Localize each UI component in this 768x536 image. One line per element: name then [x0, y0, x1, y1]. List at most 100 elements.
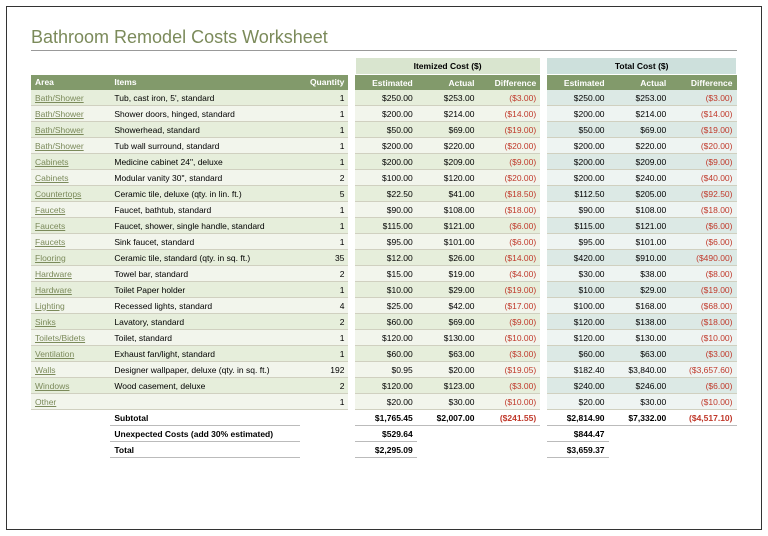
cell-area: Lighting — [31, 298, 110, 314]
cell-t-diff: ($18.00) — [670, 314, 736, 330]
cell-item: Lavatory, standard — [110, 314, 300, 330]
cell-i-est: $120.00 — [355, 378, 417, 394]
cell-area: Cabinets — [31, 154, 110, 170]
table-row: LightingRecessed lights, standard4$25.00… — [31, 298, 737, 314]
cell-qty: 1 — [300, 282, 348, 298]
cell-t-act: $69.00 — [609, 122, 671, 138]
total-label: Total — [110, 442, 300, 458]
cell-i-est: $250.00 — [355, 90, 417, 106]
cell-t-diff: ($92.50) — [670, 186, 736, 202]
cell-i-diff: ($3.00) — [478, 346, 540, 362]
cell-i-act: $209.00 — [417, 154, 479, 170]
cell-i-act: $26.00 — [417, 250, 479, 266]
cell-i-diff: ($6.00) — [478, 234, 540, 250]
cell-i-act: $20.00 — [417, 362, 479, 378]
cell-i-act: $41.00 — [417, 186, 479, 202]
cell-qty: 35 — [300, 250, 348, 266]
cell-item — [110, 394, 300, 410]
cell-t-est: $200.00 — [547, 170, 609, 186]
cell-t-est: $240.00 — [547, 378, 609, 394]
cell-t-diff: ($19.00) — [670, 122, 736, 138]
cell-i-est: $115.00 — [355, 218, 417, 234]
cell-i-diff: ($19.00) — [478, 282, 540, 298]
cell-i-diff: ($9.00) — [478, 314, 540, 330]
cell-t-act: $205.00 — [609, 186, 671, 202]
table-row: WindowsWood casement, deluxe2$120.00$123… — [31, 378, 737, 394]
cell-item: Towel bar, standard — [110, 266, 300, 282]
cell-t-est: $112.50 — [547, 186, 609, 202]
unexpected-te: $844.47 — [547, 426, 609, 442]
cell-i-act: $69.00 — [417, 314, 479, 330]
cell-t-est: $115.00 — [547, 218, 609, 234]
cell-qty: 4 — [300, 298, 348, 314]
cell-i-act: $29.00 — [417, 282, 479, 298]
cell-item: Modular vanity 30", standard — [110, 170, 300, 186]
cell-t-diff: ($8.00) — [670, 266, 736, 282]
cell-t-act: $220.00 — [609, 138, 671, 154]
cell-item: Shower doors, hinged, standard — [110, 106, 300, 122]
cell-t-est: $60.00 — [547, 346, 609, 362]
cell-i-act: $101.00 — [417, 234, 479, 250]
cell-qty: 2 — [300, 314, 348, 330]
cell-i-diff: ($3.00) — [478, 378, 540, 394]
cell-item: Faucet, shower, single handle, standard — [110, 218, 300, 234]
cell-t-act: $214.00 — [609, 106, 671, 122]
cell-i-est: $90.00 — [355, 202, 417, 218]
cell-area: Bath/Shower — [31, 122, 110, 138]
cell-item: Tub, cast iron, 5', standard — [110, 90, 300, 106]
cell-i-diff: ($18.00) — [478, 202, 540, 218]
cell-t-est: $200.00 — [547, 138, 609, 154]
cell-t-diff: ($9.00) — [670, 154, 736, 170]
cell-i-act: $121.00 — [417, 218, 479, 234]
cell-area: Bath/Shower — [31, 90, 110, 106]
cost-table: Itemized Cost ($) Total Cost ($) Area It… — [31, 57, 737, 458]
cell-t-act: $121.00 — [609, 218, 671, 234]
cell-qty: 1 — [300, 218, 348, 234]
cell-i-diff: ($19.05) — [478, 362, 540, 378]
cell-i-est: $12.00 — [355, 250, 417, 266]
cell-area: Cabinets — [31, 170, 110, 186]
cell-area: Faucets — [31, 202, 110, 218]
col-t-est: Estimated — [547, 75, 609, 91]
cell-item: Designer wallpaper, deluxe (qty. in sq. … — [110, 362, 300, 378]
cell-qty: 1 — [300, 330, 348, 346]
cell-t-diff: ($19.00) — [670, 282, 736, 298]
table-row: SinksLavatory, standard2$60.00$69.00($9.… — [31, 314, 737, 330]
cell-qty: 1 — [300, 394, 348, 410]
cell-i-act: $63.00 — [417, 346, 479, 362]
cell-i-act: $253.00 — [417, 90, 479, 106]
cell-area: Windows — [31, 378, 110, 394]
cell-i-est: $25.00 — [355, 298, 417, 314]
cell-t-act: $910.00 — [609, 250, 671, 266]
cell-t-diff: ($3.00) — [670, 90, 736, 106]
cell-t-diff: ($6.00) — [670, 378, 736, 394]
cell-item: Wood casement, deluxe — [110, 378, 300, 394]
table-row: Bath/ShowerTub, cast iron, 5', standard1… — [31, 90, 737, 106]
unexpected-label: Unexpected Costs (add 30% estimated) — [110, 426, 300, 442]
cell-t-est: $50.00 — [547, 122, 609, 138]
unexpected-ie: $529.64 — [355, 426, 417, 442]
col-area: Area — [31, 75, 110, 91]
cell-t-act: $209.00 — [609, 154, 671, 170]
cell-item: Showerhead, standard — [110, 122, 300, 138]
cell-t-diff: ($3.00) — [670, 346, 736, 362]
cell-t-diff: ($6.00) — [670, 234, 736, 250]
cell-area: Ventilation — [31, 346, 110, 362]
cell-i-est: $120.00 — [355, 330, 417, 346]
cell-t-diff: ($68.00) — [670, 298, 736, 314]
cell-item: Medicine cabinet 24", deluxe — [110, 154, 300, 170]
table-row: VentilationExhaust fan/light, standard1$… — [31, 346, 737, 362]
cell-i-est: $95.00 — [355, 234, 417, 250]
cell-i-diff: ($9.00) — [478, 154, 540, 170]
cell-item: Ceramic tile, standard (qty. in sq. ft.) — [110, 250, 300, 266]
itemized-header: Itemized Cost ($) — [355, 58, 540, 75]
cell-item: Toilet Paper holder — [110, 282, 300, 298]
col-i-est: Estimated — [355, 75, 417, 91]
cell-t-est: $10.00 — [547, 282, 609, 298]
cell-t-diff: ($10.00) — [670, 330, 736, 346]
cell-i-diff: ($17.00) — [478, 298, 540, 314]
cell-t-act: $168.00 — [609, 298, 671, 314]
cell-qty: 1 — [300, 346, 348, 362]
cell-t-diff: ($20.00) — [670, 138, 736, 154]
cell-item: Faucet, bathtub, standard — [110, 202, 300, 218]
